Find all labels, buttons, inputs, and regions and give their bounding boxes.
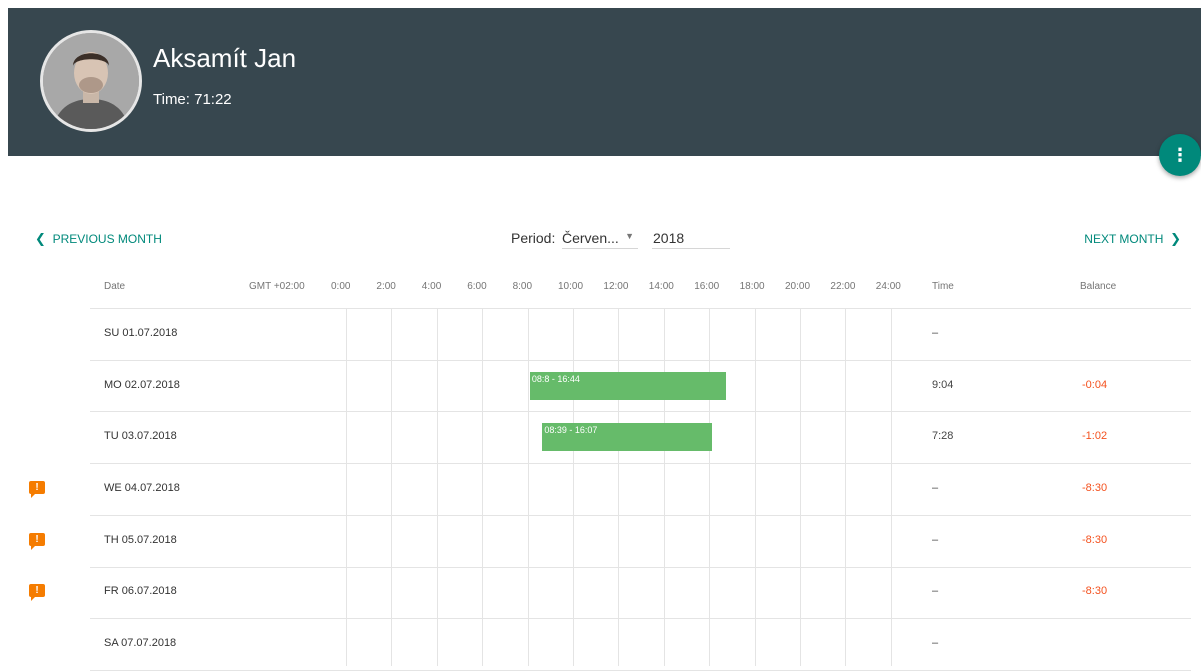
previous-month-label: PREVIOUS MONTH (52, 232, 162, 246)
chevron-right-icon: ❯ (1170, 231, 1181, 246)
row-date: MO 02.07.2018 (104, 378, 180, 391)
more-vert-icon: ⋮ (1171, 145, 1189, 165)
hour-gridline (800, 308, 801, 666)
row-balance: -8:30 (1082, 481, 1108, 494)
column-header-balance: Balance (1080, 281, 1117, 292)
next-month-button[interactable]: NEXT MONTH ❯ (1084, 231, 1181, 247)
row-divider (90, 618, 1191, 620)
hour-label: 8:00 (512, 281, 533, 292)
hour-gridline (845, 308, 847, 666)
hour-label: 24:00 (875, 281, 901, 292)
row-divider (90, 566, 1191, 568)
user-header: Aksamít Jan Time: 71:22 (8, 8, 1201, 156)
row-time: 9:04 (932, 378, 954, 391)
work-interval-bar[interactable]: 08:8 - 16:44 (529, 371, 726, 400)
hour-label: 20:00 (785, 281, 811, 292)
row-balance: -1:02 (1082, 430, 1108, 443)
user-name: Aksamít Jan (153, 43, 297, 73)
row-time: – (932, 637, 939, 650)
month-select[interactable]: Červen... ▼ (562, 226, 638, 249)
total-time: Time: 71:22 (153, 91, 232, 108)
hour-gridline (346, 308, 347, 666)
row-date: SA 07.07.2018 (104, 637, 177, 650)
year-input[interactable]: 2018 (652, 226, 730, 249)
hour-gridline (754, 308, 756, 666)
hour-gridline (391, 308, 393, 666)
row-balance: -8:30 (1082, 585, 1108, 598)
row-divider (90, 463, 1191, 465)
hour-gridline (890, 308, 892, 666)
row-date: SU 01.07.2018 (104, 326, 178, 339)
row-divider (90, 514, 1191, 516)
hour-label: 14:00 (648, 281, 674, 292)
column-header-date: Date (104, 281, 126, 292)
hour-gridline (482, 308, 484, 666)
column-header-timezone: GMT +02:00 (249, 281, 305, 292)
hour-label: 18:00 (739, 281, 765, 292)
more-options-button[interactable]: ⋮ (1159, 134, 1201, 176)
row-divider (90, 308, 1191, 309)
avatar (40, 30, 142, 132)
row-date: FR 06.07.2018 (104, 585, 177, 598)
work-interval-bar[interactable]: 08:39 - 16:07 (542, 423, 712, 452)
row-time: – (932, 533, 939, 546)
hour-label: 2:00 (376, 281, 396, 292)
hour-gridline (573, 308, 574, 666)
hour-label: 6:00 (467, 281, 487, 292)
row-balance: -8:30 (1082, 533, 1108, 546)
row-divider (90, 359, 1191, 361)
row-date: TH 05.07.2018 (104, 533, 177, 546)
row-divider (90, 411, 1191, 413)
hour-label: 16:00 (694, 281, 720, 292)
row-time: – (932, 481, 939, 494)
month-select-value: Červen... (562, 230, 619, 246)
row-balance: -0:04 (1082, 378, 1108, 391)
period-label: Period: (511, 230, 556, 246)
row-date: TU 03.07.2018 (104, 430, 177, 443)
row-date: WE 04.07.2018 (104, 481, 180, 494)
hour-gridline (618, 308, 620, 666)
warning-icon[interactable]: ! (29, 532, 45, 550)
dropdown-arrow-icon: ▼ (625, 231, 634, 241)
warning-icon[interactable]: ! (29, 584, 45, 602)
row-time: – (932, 326, 939, 339)
attendance-table: Date GMT +02:00 Time Balance 0:00 2:00 4:0… (0, 260, 1201, 671)
hour-gridline (436, 308, 438, 666)
hour-gridline (663, 308, 665, 666)
year-value: 2018 (653, 230, 685, 246)
row-time: 7:28 (932, 430, 954, 443)
hour-gridline (527, 308, 529, 666)
row-time: – (932, 585, 939, 598)
user-photo (43, 33, 139, 129)
hour-label: 10:00 (558, 281, 584, 292)
hour-label: 0:00 (331, 281, 351, 292)
chevron-left-icon: ❮ (35, 231, 46, 246)
hour-label: 12:00 (603, 281, 629, 292)
hour-gridline (709, 308, 711, 666)
warning-icon[interactable]: ! (29, 480, 45, 498)
column-header-time: Time (932, 281, 954, 292)
hour-label: 22:00 (830, 281, 856, 292)
hour-label: 4:00 (421, 281, 442, 292)
next-month-label: NEXT MONTH (1084, 232, 1164, 246)
previous-month-button[interactable]: ❮ PREVIOUS MONTH (35, 231, 162, 247)
